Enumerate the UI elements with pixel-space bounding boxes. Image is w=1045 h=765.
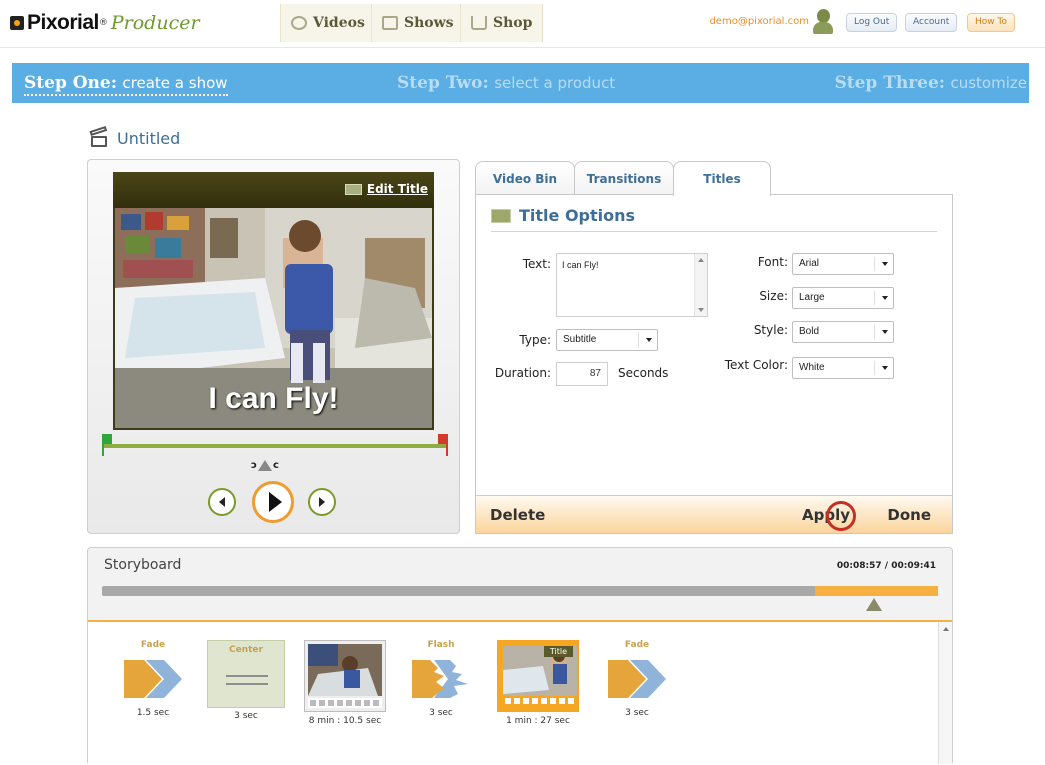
show-title-text: Untitled [117, 129, 181, 148]
done-button[interactable]: Done [887, 506, 931, 524]
tab-video-bin[interactable]: Video Bin [475, 161, 575, 195]
trim-timeline[interactable] [102, 434, 448, 456]
video-preview-panel: Edit Title I can Fly! ↄ c [87, 159, 460, 534]
storyboard-transition-fade[interactable]: Fade 1.5 sec [108, 640, 198, 718]
nav-tab-videos[interactable]: Videos [280, 4, 376, 42]
chevron-down-icon [882, 330, 888, 334]
storyboard-timeline[interactable] [102, 586, 938, 596]
duration-input[interactable]: 87 [556, 362, 608, 386]
pixorial-producer-page: Pixorial ® Producer Videos Shows Shop dem… [0, 0, 1045, 765]
step-three[interactable]: Step Three: customize [834, 73, 1027, 93]
chevron-left-icon [219, 497, 225, 507]
nav-tab-shows[interactable]: Shows [371, 4, 465, 42]
video-caption-overlay: I can Fly! [208, 382, 339, 415]
storyboard-title-card[interactable]: Center 3 sec [201, 640, 291, 721]
type-select[interactable]: Subtitle [556, 329, 658, 351]
delete-button[interactable]: Delete [490, 506, 545, 524]
shows-icon [382, 16, 398, 30]
logo-wordmark: Pixorial [27, 11, 99, 34]
fade-transition-icon [608, 660, 666, 698]
film-reel-icon [291, 16, 307, 30]
textarea-scrollbar[interactable] [694, 254, 707, 316]
chevron-down-icon [882, 262, 888, 266]
pixorial-logo[interactable]: Pixorial ® Producer [10, 11, 200, 35]
storyboard-title: Storyboard [104, 557, 182, 573]
size-select[interactable]: Large [792, 287, 894, 309]
style-label: Style: [753, 323, 788, 337]
clip-thumbnail [308, 644, 382, 696]
storyboard-strip: Fade 1.5 sec Center 3 sec 8 min: 10.5 s… [88, 620, 952, 764]
next-button[interactable] [308, 488, 336, 516]
logo-mark-icon [10, 16, 24, 30]
storyboard-panel: Storyboard 00:08:57 / 00:09:41 Fade 1.5 … [87, 547, 953, 764]
type-label: Type: [519, 333, 551, 347]
play-icon [268, 492, 282, 512]
flash-transition-icon [412, 660, 468, 698]
video-player[interactable]: Edit Title I can Fly! [113, 172, 434, 430]
video-title-bar: Edit Title [113, 172, 434, 208]
storyboard-transition-flash[interactable]: Flash 3 sec [396, 640, 486, 718]
playhead-triangle-icon [257, 459, 272, 471]
shop-cart-icon [471, 16, 487, 30]
title-text-input[interactable]: I can Fly! [556, 253, 708, 317]
chevron-down-icon [646, 338, 652, 342]
tab-transitions[interactable]: Transitions [574, 161, 674, 195]
user-avatar-icon[interactable] [813, 9, 833, 35]
play-button[interactable] [252, 481, 294, 523]
size-label: Size: [759, 289, 788, 303]
duration-unit: Seconds [618, 366, 669, 380]
chevron-down-icon [882, 296, 888, 300]
divider [491, 231, 937, 232]
step-one[interactable]: Step One: create a show [24, 73, 228, 96]
storyboard-clip-selected[interactable]: Title 1 min : 27 sec [493, 640, 583, 726]
storyboard-time: 00:08:57 / 00:09:41 [836, 561, 936, 571]
previous-button[interactable] [208, 488, 236, 516]
cursor-click-indicator [826, 501, 856, 531]
title-options-heading: Title Options [491, 206, 635, 225]
title-options-footer: Delete Apply Done [476, 495, 952, 533]
tab-titles[interactable]: Titles [673, 161, 771, 196]
how-to-button[interactable]: How To [967, 13, 1015, 32]
chevron-right-icon [319, 497, 325, 507]
storyboard-progress [815, 586, 938, 596]
duration-label: Duration: [494, 366, 551, 380]
user-email-link[interactable]: demo@pixorial.com [709, 16, 809, 27]
storyboard-scrollbar[interactable] [938, 622, 952, 764]
show-title[interactable]: Untitled [89, 125, 181, 148]
logo-producer: Producer [110, 12, 200, 34]
playhead-scrubber[interactable]: ↄc [251, 458, 291, 472]
account-button[interactable]: Account [905, 13, 958, 32]
steps-bar: Step One: create a show Step Two: select… [12, 63, 1029, 103]
storyboard-transition-fade-2[interactable]: Fade 3 sec [592, 640, 682, 718]
chevron-down-icon [882, 366, 888, 370]
fade-transition-icon [124, 660, 182, 698]
title-options-icon [491, 208, 511, 223]
font-label: Font: [757, 255, 788, 269]
text-color-select[interactable]: White [792, 357, 894, 379]
title-options-panel: Title Options Text: I can Fly! Type: Sub… [475, 194, 953, 534]
text-label: Text: [522, 257, 551, 271]
font-select[interactable]: Arial [792, 253, 894, 275]
step-two[interactable]: Step Two: select a product [397, 73, 615, 93]
storyboard-clip[interactable]: 8 min : 10.5 sec [300, 640, 390, 726]
text-color-label: Text Color: [724, 358, 788, 372]
video-frame: I can Fly! [115, 208, 432, 428]
logout-button[interactable]: Log Out [846, 13, 898, 32]
clapperboard-icon [89, 125, 109, 147]
style-select[interactable]: Bold [792, 321, 894, 343]
edit-title-link[interactable]: Edit Title [344, 182, 428, 196]
clip-title-badge: Title [543, 646, 573, 657]
title-icon [344, 183, 362, 195]
nav-tab-shop[interactable]: Shop [460, 4, 544, 42]
storyboard-playhead-icon[interactable] [866, 598, 882, 611]
top-nav-bar: Pixorial ® Producer Videos Shows Shop dem… [0, 0, 1045, 48]
